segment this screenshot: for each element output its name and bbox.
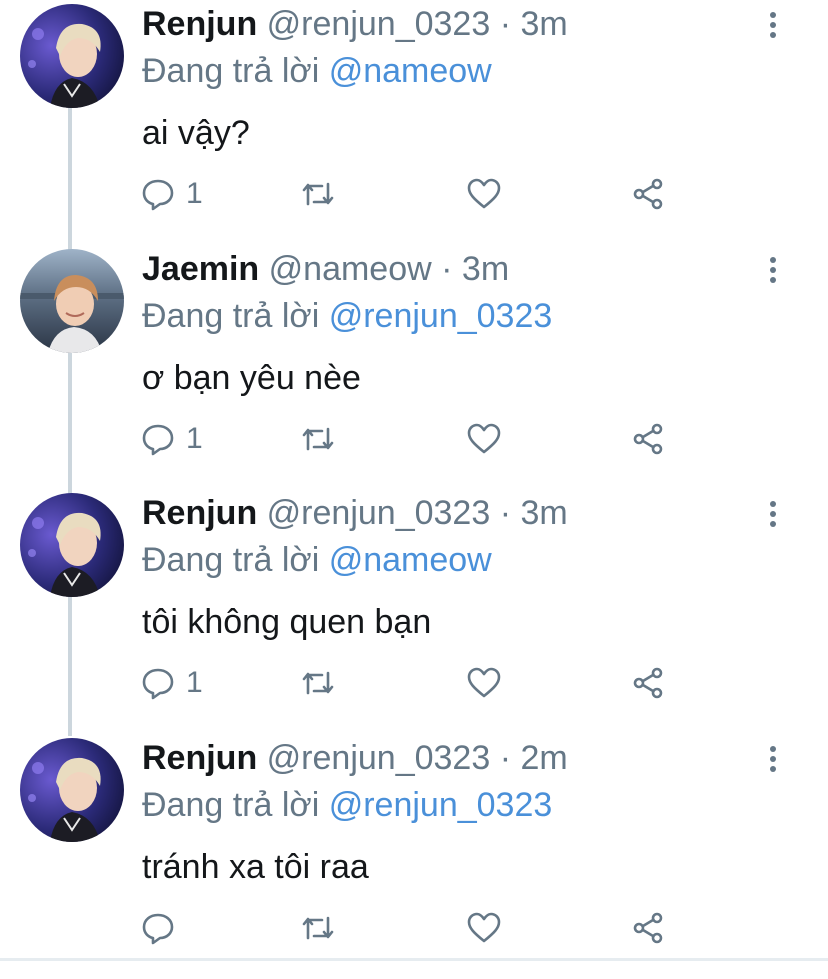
replying-to: Đang trả lời @nameow (142, 537, 492, 583)
retweet-icon (302, 182, 334, 206)
retweet-button[interactable] (300, 170, 336, 218)
tweet[interactable]: Jaemin @nameow · 3m Đang trả lời @renjun… (0, 245, 828, 490)
share-icon (633, 912, 663, 944)
mention-link[interactable]: @renjun_0323 (329, 786, 553, 824)
reply-button[interactable]: 1 (140, 415, 203, 463)
like-icon (467, 912, 501, 943)
mention-link[interactable]: @nameow (329, 541, 492, 579)
more-icon[interactable] (758, 8, 788, 42)
share-button[interactable] (630, 170, 666, 218)
more-icon[interactable] (758, 253, 788, 287)
timestamp[interactable]: 2m (520, 739, 567, 777)
replying-to-label: Đang trả lời (142, 297, 329, 335)
more-icon[interactable] (758, 497, 788, 531)
retweet-button[interactable] (300, 904, 336, 952)
user-handle[interactable]: @nameow (269, 250, 432, 288)
separator-dot: · (499, 739, 512, 777)
separator-dot: · (499, 494, 512, 532)
retweet-button[interactable] (300, 415, 336, 463)
retweet-icon (302, 916, 334, 940)
tweet-text: tránh xa tôi raa (142, 848, 369, 886)
share-icon (633, 423, 663, 455)
tweet-text: tôi không quen bạn (142, 603, 432, 641)
like-button[interactable] (466, 170, 502, 218)
tweet-header: Renjun @renjun_0323 · 3m (142, 0, 568, 48)
replying-to-label: Đang trả lời (142, 52, 329, 90)
display-name[interactable]: Renjun (142, 494, 257, 532)
replying-to: Đang trả lời @renjun_0323 (142, 293, 552, 339)
share-button[interactable] (630, 659, 666, 707)
reply-icon (142, 668, 174, 700)
like-button[interactable] (466, 659, 502, 707)
reply-icon (142, 179, 174, 211)
display-name[interactable]: Renjun (142, 5, 257, 43)
tweet-header: Renjun @renjun_0323 · 2m (142, 734, 568, 782)
avatar-renjun[interactable] (20, 493, 124, 597)
reply-thread: Renjun @renjun_0323 · 3m Đang trả lời @n… (0, 0, 828, 961)
user-handle[interactable]: @renjun_0323 (267, 739, 491, 777)
like-button[interactable] (466, 904, 502, 952)
avatar-image (20, 493, 124, 597)
separator-dot: · (499, 5, 512, 43)
tweet-text: ai vậy? (142, 114, 250, 152)
display-name[interactable]: Renjun (142, 739, 257, 777)
tweet[interactable]: Renjun @renjun_0323 · 2m Đang trả lời @r… (0, 734, 828, 979)
display-name[interactable]: Jaemin (142, 250, 259, 288)
more-icon[interactable] (758, 742, 788, 776)
tweet-text: ơ bạn yêu nèe (142, 359, 361, 397)
avatar-renjun[interactable] (20, 738, 124, 842)
avatar-jaemin[interactable] (20, 249, 124, 353)
share-icon (633, 178, 663, 210)
mention-link[interactable]: @nameow (329, 52, 492, 90)
separator-dot: · (441, 250, 453, 288)
tweet[interactable]: Renjun @renjun_0323 · 3m Đang trả lời @n… (0, 0, 828, 245)
tweet-header: Renjun @renjun_0323 · 3m (142, 489, 568, 537)
user-handle[interactable]: @renjun_0323 (267, 5, 491, 43)
retweet-button[interactable] (300, 659, 336, 707)
timestamp[interactable]: 3m (520, 5, 567, 43)
replying-to: Đang trả lời @nameow (142, 48, 492, 94)
like-button[interactable] (466, 415, 502, 463)
tweet-actions: 1 (140, 659, 680, 707)
share-button[interactable] (630, 415, 666, 463)
reply-icon (142, 913, 174, 945)
retweet-icon (302, 671, 334, 695)
timestamp[interactable]: 3m (520, 494, 567, 532)
like-icon (467, 667, 501, 698)
reply-count: 1 (186, 666, 203, 699)
share-button[interactable] (630, 904, 666, 952)
replying-to: Đang trả lời @renjun_0323 (142, 782, 552, 828)
avatar-image (20, 4, 124, 108)
reply-button[interactable]: 1 (140, 659, 203, 707)
avatar-image (20, 249, 124, 353)
tweet-actions: 1 (140, 415, 680, 463)
retweet-icon (302, 427, 334, 451)
reply-button[interactable] (140, 904, 186, 952)
user-handle[interactable]: @renjun_0323 (267, 494, 491, 532)
reply-icon (142, 424, 174, 456)
tweet[interactable]: Renjun @renjun_0323 · 3m Đang trả lời @n… (0, 489, 828, 734)
timestamp[interactable]: 3m (462, 250, 509, 288)
reply-count: 1 (186, 177, 203, 210)
reply-count: 1 (186, 422, 203, 455)
tweet-header: Jaemin @nameow · 3m (142, 245, 509, 293)
tweet-actions: 1 (140, 170, 680, 218)
tweet-actions (140, 904, 680, 952)
like-icon (467, 178, 501, 209)
reply-button[interactable]: 1 (140, 170, 203, 218)
like-icon (467, 423, 501, 454)
avatar-image (20, 738, 124, 842)
mention-link[interactable]: @renjun_0323 (329, 297, 553, 335)
replying-to-label: Đang trả lời (142, 541, 329, 579)
share-icon (633, 667, 663, 699)
replying-to-label: Đang trả lời (142, 786, 329, 824)
avatar-renjun[interactable] (20, 4, 124, 108)
